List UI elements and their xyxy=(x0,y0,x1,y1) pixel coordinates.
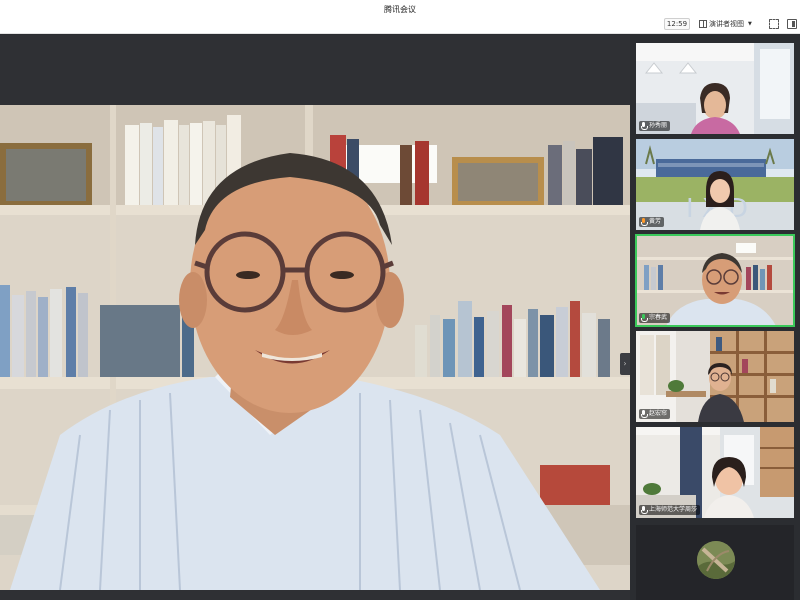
participant-tile[interactable]: 上海师范大学周莎 xyxy=(636,427,794,518)
participant-tile[interactable]: I X D 黄芳 xyxy=(636,139,794,230)
participant-tile-active[interactable]: 宗春武 xyxy=(635,234,795,327)
participant-tile[interactable]: 孙秀丽 xyxy=(636,43,794,134)
main-speaker-video[interactable] xyxy=(0,105,630,590)
view-mode-label: 演讲者视图 xyxy=(709,20,744,28)
mic-speaking-icon xyxy=(640,314,648,322)
participant-name-tag: 孙秀丽 xyxy=(639,121,671,131)
collapse-sidebar-handle[interactable]: › xyxy=(620,353,630,375)
participant-name: 上海师范大学周莎 xyxy=(649,506,698,513)
view-mode-button[interactable]: 演讲者视图 ▼ xyxy=(699,18,761,30)
participant-avatar-tile[interactable] xyxy=(636,525,794,600)
mic-icon xyxy=(640,122,648,130)
mic-icon xyxy=(640,218,648,226)
mic-icon xyxy=(640,410,648,418)
window-title: 腾讯会议 xyxy=(384,5,416,14)
participant-name: 赵宏帘 xyxy=(649,410,668,417)
participant-sidebar: 孙秀丽 I X D 黄芳 宗春武 赵宏帘 上海师范大学周莎 xyxy=(630,35,800,600)
avatar xyxy=(697,541,735,579)
meeting-timer: 12:59 xyxy=(664,18,690,30)
meeting-window: 腾讯会议 12:59 演讲者视图 ▼ › 孙秀丽 I X D 黄芳 宗春武 赵宏… xyxy=(0,0,800,600)
mic-icon xyxy=(640,506,648,514)
participant-name: 黄芳 xyxy=(649,218,662,225)
grid-view-icon xyxy=(699,20,707,28)
participant-name: 孙秀丽 xyxy=(649,122,668,129)
participant-name-tag: 赵宏帘 xyxy=(639,409,671,419)
participant-tile[interactable]: 赵宏帘 xyxy=(636,331,794,422)
participant-name-tag: 上海师范大学周莎 xyxy=(639,505,701,515)
main-stage: › xyxy=(0,35,630,600)
participant-name: 宗春武 xyxy=(649,314,668,321)
participant-name-tag: 黄芳 xyxy=(639,217,665,227)
chevron-down-icon: ▼ xyxy=(748,21,752,27)
participant-name-tag: 宗春武 xyxy=(639,313,671,323)
main-speaker-scene xyxy=(0,105,630,590)
fullscreen-icon[interactable] xyxy=(769,19,779,29)
side-panel-icon[interactable] xyxy=(787,19,797,29)
title-bar: 腾讯会议 12:59 演讲者视图 ▼ xyxy=(0,0,800,34)
